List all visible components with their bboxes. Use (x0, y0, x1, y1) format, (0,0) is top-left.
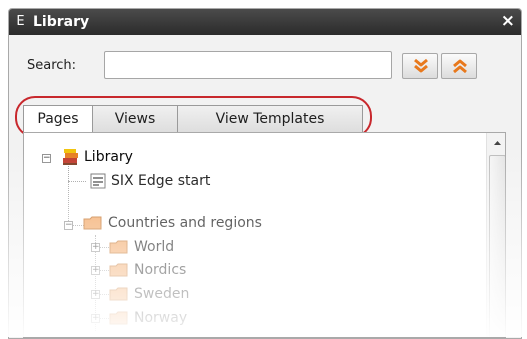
scroll-up-arrow-icon[interactable] (487, 133, 506, 153)
scroll-thumb[interactable] (489, 155, 505, 337)
tree-label: Library (84, 149, 133, 165)
tab-pages[interactable]: Pages (23, 105, 93, 134)
expand-toggle[interactable]: + (91, 290, 100, 299)
tree-label: Sweden (134, 286, 190, 302)
tree-connector (68, 181, 86, 182)
library-panel: E Library × Search: Pages Views View Tem… (8, 8, 522, 339)
expand-toggle[interactable]: + (91, 243, 100, 252)
tree-node-countries-and-regions[interactable]: Countries and regions (74, 212, 374, 234)
double-chevron-down-icon (414, 58, 428, 73)
window-title: Library (33, 14, 90, 30)
tree-label: Countries and regions (108, 215, 262, 231)
title-bar[interactable]: E Library × (9, 9, 521, 35)
folder-icon (109, 240, 128, 254)
window-badge: E (16, 14, 25, 29)
folder-icon (109, 287, 128, 301)
tree-label: Norway (134, 310, 188, 326)
folder-icon (109, 311, 128, 325)
folder-icon (83, 216, 102, 230)
search-input[interactable] (104, 51, 392, 79)
tree-label: SIX Edge start (111, 173, 211, 189)
tree-node-library[interactable]: Library (52, 146, 252, 168)
collapse-all-button[interactable] (441, 53, 477, 79)
tree-label: Nordics (134, 262, 187, 278)
tab-view-templates[interactable]: View Templates (177, 105, 363, 133)
expand-all-button[interactable] (402, 53, 438, 79)
tree-node-sweden[interactable]: Sweden (104, 283, 304, 305)
library-books-icon (63, 149, 78, 165)
expand-toggle[interactable]: + (91, 314, 100, 323)
close-icon[interactable]: × (501, 10, 515, 32)
expand-toggle[interactable]: + (91, 266, 100, 275)
page-icon (90, 173, 106, 189)
tree-label: World (134, 239, 175, 255)
tree-node-world[interactable]: World (104, 236, 304, 258)
tree-node-norway[interactable]: Norway (104, 307, 304, 329)
tree-node-nordics[interactable]: Nordics (104, 259, 304, 281)
tab-views[interactable]: Views (92, 105, 178, 133)
search-label: Search: (27, 58, 77, 73)
tree-node-six-edge-start[interactable]: SIX Edge start (86, 170, 306, 192)
collapse-toggle[interactable]: − (64, 221, 73, 230)
double-chevron-up-icon (453, 59, 467, 74)
vertical-scrollbar[interactable] (486, 133, 506, 337)
folder-icon (109, 263, 128, 277)
page-tree: − Library SIX Edge start − Countries and… (23, 132, 506, 338)
collapse-toggle[interactable]: − (42, 154, 51, 163)
